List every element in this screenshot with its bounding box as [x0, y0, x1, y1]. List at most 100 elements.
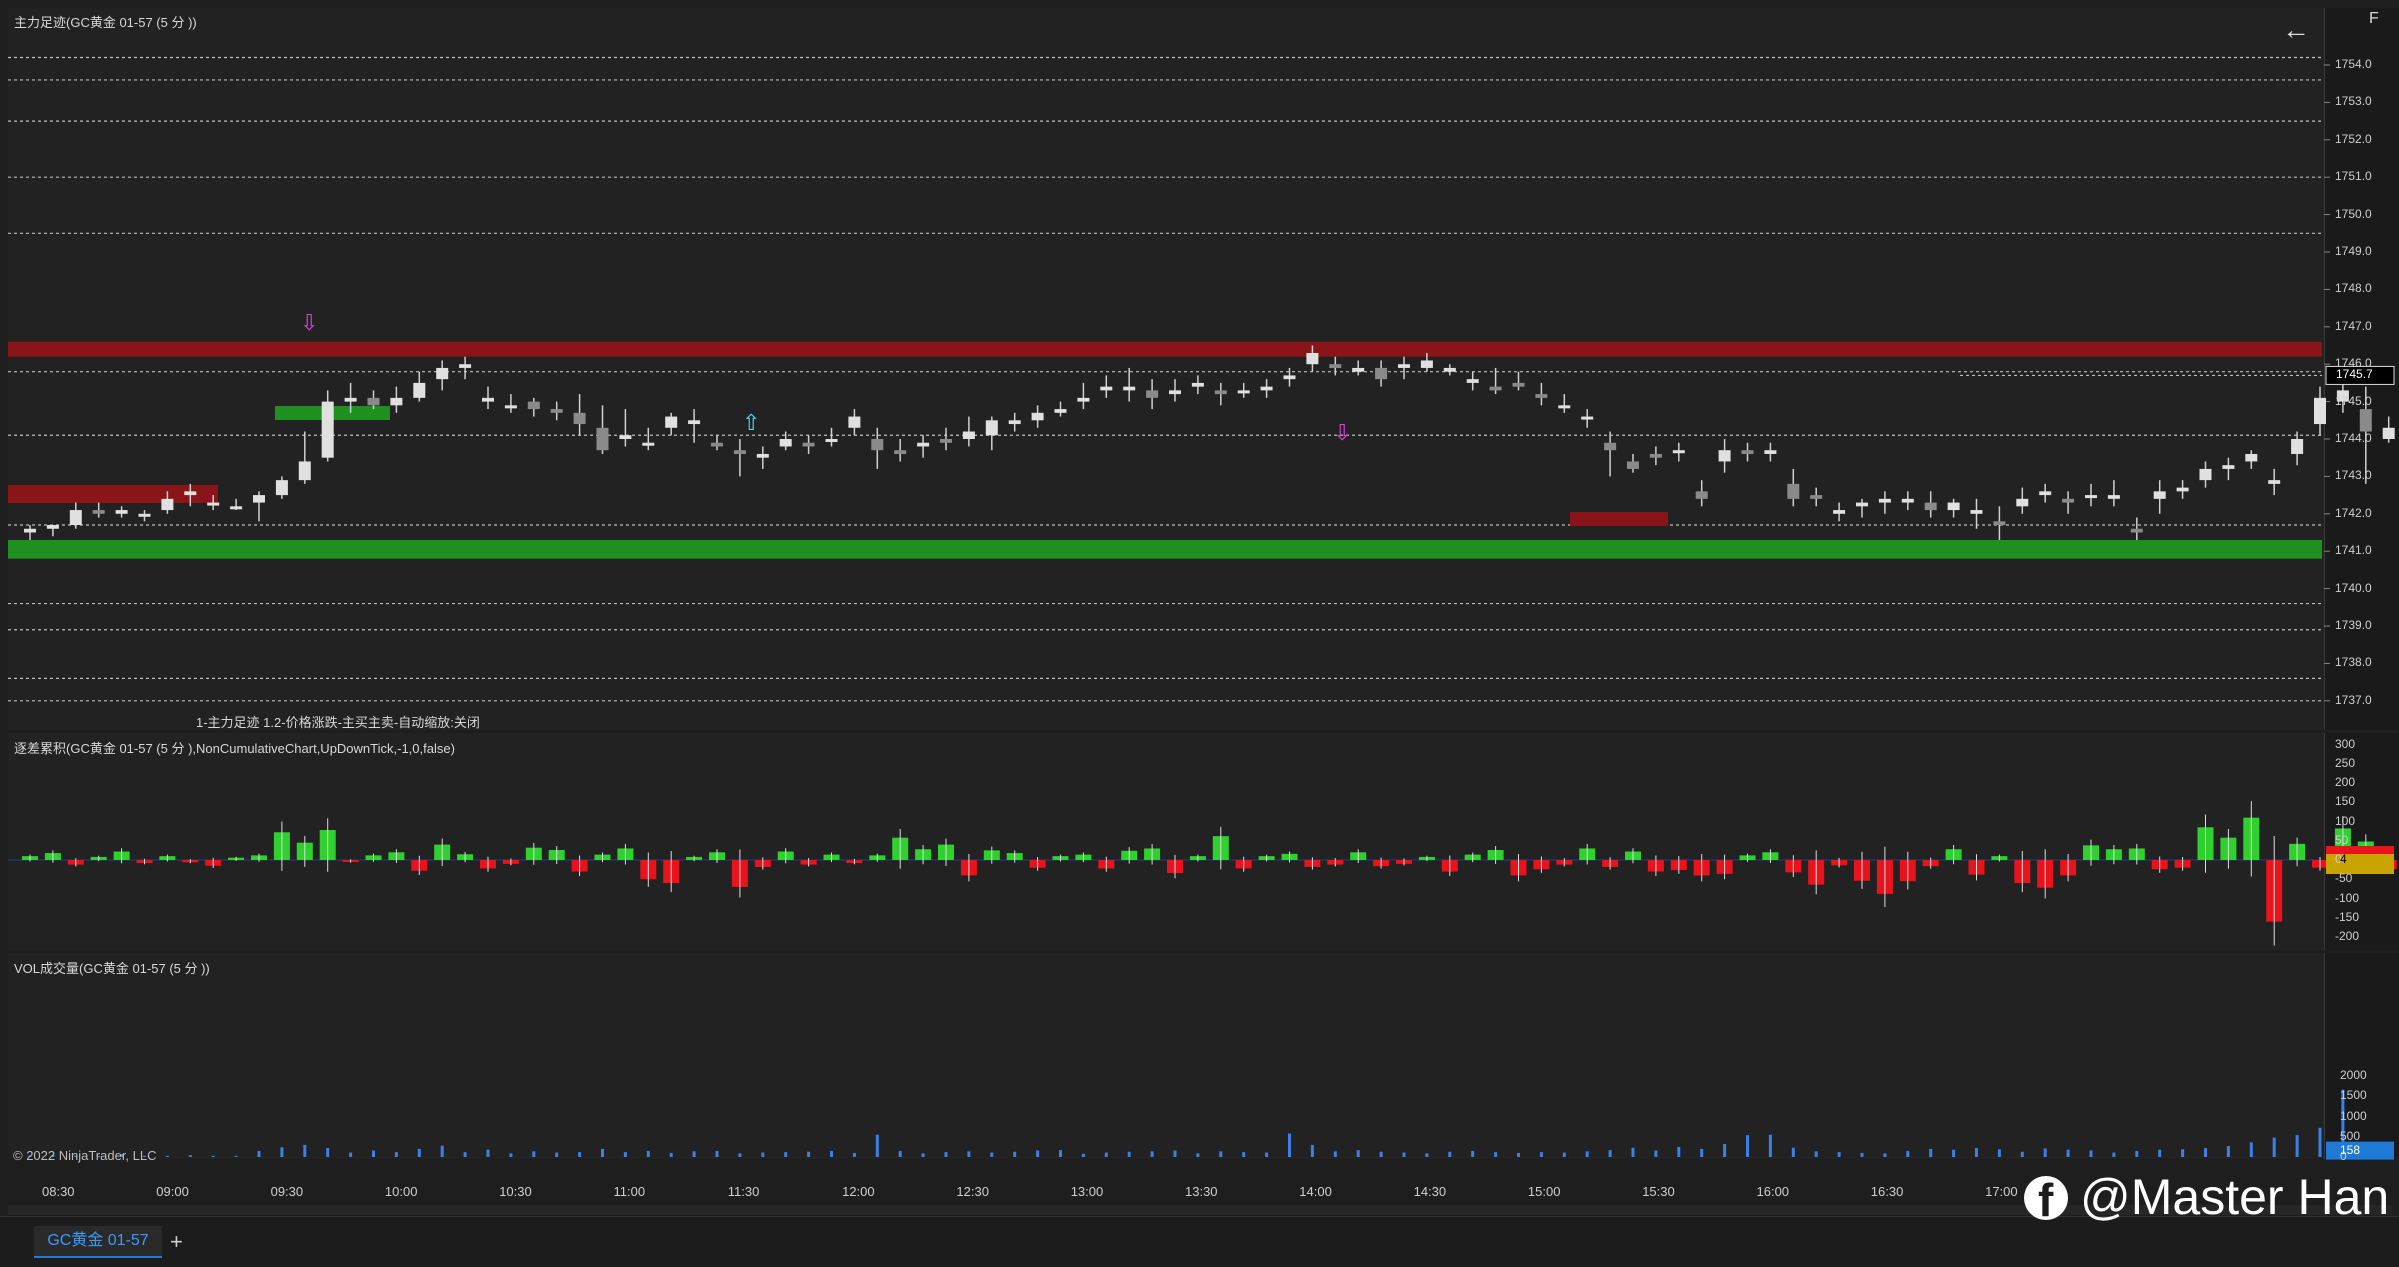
candle-body [2130, 528, 2143, 533]
candle-body [596, 427, 609, 451]
volume-bar [280, 1147, 284, 1157]
candle-body [1649, 453, 1662, 458]
volume-bar [669, 1152, 673, 1157]
volume-bar [394, 1152, 398, 1157]
candle-body [2176, 487, 2189, 492]
candle-body [1604, 442, 1617, 451]
volume-bar [761, 1152, 765, 1157]
volume-bar [1677, 1146, 1681, 1157]
candle-body [848, 416, 861, 428]
price-tick-label: 1743.0 [2335, 468, 2372, 483]
candle-body [367, 397, 380, 406]
add-tab-button[interactable]: + [170, 1229, 183, 1255]
volume-bar [646, 1150, 650, 1157]
volume-bar [692, 1151, 696, 1157]
volume-bar [1471, 1150, 1475, 1157]
candle-body [619, 435, 632, 439]
candle-body [1306, 352, 1319, 365]
candle-body [1260, 386, 1273, 391]
volume-bar [165, 1155, 169, 1157]
candle-body [711, 442, 723, 447]
candle-body [459, 364, 472, 368]
price-tick-label: 1737.0 [2335, 692, 2372, 707]
volume-bar [1059, 1150, 1062, 1157]
time-tick-label: 15:30 [1642, 1184, 1675, 1199]
candle-body [1718, 450, 1731, 462]
volume-bar [2249, 1142, 2253, 1157]
time-tick-label: 09:30 [270, 1184, 304, 1199]
volume-bar [2112, 1152, 2116, 1157]
candle-body [1146, 390, 1159, 398]
volume-bar [532, 1151, 536, 1157]
volume-bar [1494, 1152, 1498, 1157]
back-arrow-icon[interactable]: ← [2282, 14, 2310, 46]
volume-bar [1997, 1149, 2001, 1157]
volume-bar [967, 1151, 971, 1157]
price-tick-label: 1749.0 [2335, 244, 2372, 258]
time-tick-label: 16:00 [1756, 1184, 1790, 1199]
candle-body [665, 416, 678, 428]
candle-body [1764, 450, 1777, 454]
candle-body [2016, 498, 2029, 507]
facebook-icon: f [2024, 1174, 2068, 1226]
candle-body [24, 528, 36, 533]
candle-body [1558, 405, 1571, 409]
candle-body [1031, 412, 1044, 421]
candle-body [321, 401, 334, 458]
volume-panel-title: VOL成交量(GC黄金 01-57 (5 分 )) [14, 961, 210, 976]
delta-tick-label: -50 [2335, 871, 2353, 886]
candle-body [2245, 453, 2258, 462]
chart-canvas[interactable]: ⇩ ⇩ ⇧ [0, 0, 2399, 1266]
candle-body [1581, 416, 1594, 420]
volume-bar [2204, 1148, 2207, 1157]
candle-body [1695, 491, 1708, 499]
price-tick-label: 1754.0 [2335, 57, 2372, 71]
candle-body [1077, 397, 1090, 402]
delta-tick-label: 50 [2335, 832, 2349, 847]
volume-bar [2089, 1150, 2093, 1157]
volume-bar [2043, 1148, 2047, 1157]
volume-bar [1242, 1152, 1246, 1157]
volume-bar [440, 1145, 444, 1157]
volume-bar [578, 1152, 582, 1157]
candle-body [1008, 420, 1021, 425]
candle-body [1283, 375, 1296, 380]
candle-body [344, 397, 357, 402]
time-tick-label: 08:30 [42, 1184, 75, 1199]
volume-bar [1379, 1151, 1383, 1157]
volume-tick-label: 1000 [2340, 1108, 2367, 1123]
volume-bar [1929, 1148, 1933, 1157]
volume-bar [807, 1151, 811, 1157]
volume-bar [1196, 1153, 1200, 1157]
volume-bar [1081, 1153, 1085, 1157]
volume-bar [1104, 1152, 1108, 1157]
volume-bar [1013, 1151, 1017, 1157]
volume-bar [1539, 1152, 1543, 1157]
f-button[interactable]: F [2369, 10, 2379, 28]
candle-body [871, 439, 884, 451]
candle-body [504, 405, 517, 409]
price-tick-label: 1752.0 [2335, 131, 2372, 146]
candle-body [1901, 498, 1914, 503]
volume-bar [944, 1152, 948, 1157]
resistance-zone-late [1570, 512, 1668, 526]
candle-body [2359, 409, 2372, 432]
candle-body [482, 397, 494, 402]
volume-bar [1791, 1147, 1795, 1157]
indicator-label: 1-主力足迹 1.2-价格涨跌-主买主卖-自动缩放:关闭 [196, 715, 480, 730]
candle-body [1810, 495, 1823, 499]
candle-body [962, 431, 975, 439]
tab-gc-gold[interactable]: GC黄金 01-57 [34, 1226, 162, 1258]
volume-bar [1654, 1150, 1658, 1157]
candle-body [275, 480, 288, 496]
candle-body [2291, 439, 2304, 454]
candle-body [642, 442, 655, 446]
resistance-zone [8, 341, 2322, 357]
candle-body [1512, 382, 1525, 387]
candle-body [825, 439, 838, 442]
candle-body [1489, 386, 1502, 391]
volume-bar [326, 1148, 330, 1157]
candle-body [1787, 483, 1800, 499]
support-zone [8, 539, 2322, 559]
candle-body [1123, 386, 1136, 391]
